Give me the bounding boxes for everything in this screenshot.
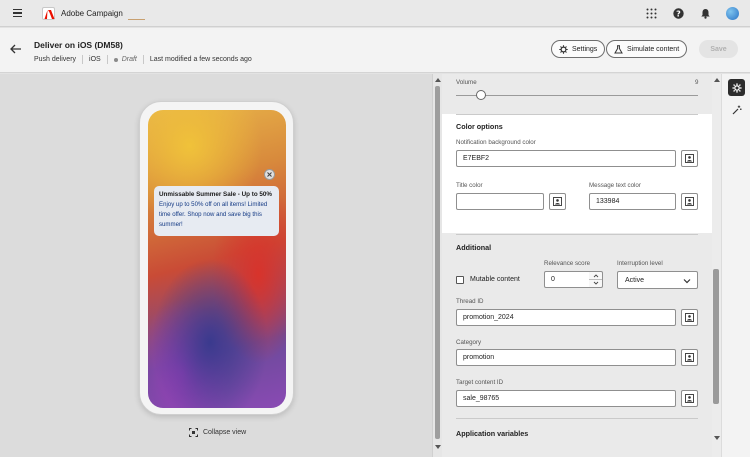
volume-value: 9 <box>695 79 699 86</box>
meta-divider <box>106 55 108 64</box>
thread-id-input[interactable]: promotion_2024 <box>456 309 676 326</box>
channel-label: Push delivery <box>34 56 77 63</box>
adobe-logo-icon <box>42 7 55 20</box>
meta-divider <box>82 55 84 64</box>
scroll-up-icon[interactable] <box>435 78 441 82</box>
menu-icon[interactable] <box>13 9 22 17</box>
stepper-up-icon[interactable] <box>589 272 602 280</box>
user-avatar[interactable] <box>726 7 739 20</box>
collapse-icon <box>189 428 198 437</box>
page-title: Deliver on iOS (DM58) <box>34 40 123 50</box>
gear-small-icon <box>559 44 568 54</box>
mutable-content-label: Mutable content <box>470 276 520 283</box>
preview-area: Collapse view <box>0 74 432 457</box>
meta-divider <box>142 55 144 64</box>
volume-slider-thumb[interactable] <box>476 90 486 100</box>
personalization-icon <box>685 154 694 163</box>
message-color-picker-button[interactable] <box>681 193 698 210</box>
volume-label: Volume <box>456 79 477 86</box>
stepper-down-icon[interactable] <box>589 280 602 288</box>
help-icon[interactable]: ? <box>673 8 684 19</box>
additional-title: Additional <box>456 243 492 252</box>
category-input[interactable]: promotion <box>456 349 676 366</box>
target-content-id-input[interactable]: sale_98765 <box>456 390 676 407</box>
status-dot <box>113 57 118 62</box>
scrollbar-thumb[interactable] <box>435 86 440 439</box>
save-button[interactable]: Save <box>699 40 738 58</box>
scroll-down-icon[interactable] <box>713 436 720 440</box>
relevance-score-stepper[interactable] <box>589 271 603 288</box>
app-name-underline <box>128 19 145 20</box>
apps-grid-icon[interactable] <box>646 8 657 19</box>
title-color-picker-button[interactable] <box>549 193 566 210</box>
thread-id-picker-button[interactable] <box>681 309 698 326</box>
simulate-content-button[interactable]: Simulate content <box>606 40 688 58</box>
notification-close-icon[interactable] <box>264 169 275 180</box>
settings-button[interactable]: Settings <box>551 40 606 58</box>
personalization-icon <box>685 353 694 362</box>
application-variables-title: Application variables <box>456 429 529 438</box>
magic-wand-icon <box>732 105 742 114</box>
message-color-label: Message text color <box>589 182 641 189</box>
thread-id-label: Thread ID <box>456 298 484 305</box>
color-options-title: Color options <box>456 122 503 131</box>
section-divider <box>456 418 698 419</box>
interruption-level-select[interactable]: Active <box>617 271 698 289</box>
scroll-up-icon[interactable] <box>713 78 720 82</box>
category-label: Category <box>456 339 482 346</box>
scroll-down-icon[interactable] <box>435 445 441 449</box>
notification-bg-color-input[interactable]: E7EBF2 <box>456 150 676 167</box>
platform-label: iOS <box>89 56 101 63</box>
push-notification-preview: Unmissable Summer Sale - Up to 50% ... E… <box>154 186 279 236</box>
relevance-score-input[interactable]: 0 <box>544 271 590 288</box>
last-modified-text: Last modified a few seconds ago <box>149 56 252 63</box>
interruption-level-value: Active <box>625 276 645 284</box>
message-color-input[interactable]: 133984 <box>589 193 676 210</box>
personalization-icon <box>685 313 694 322</box>
phone-wallpaper <box>148 110 286 408</box>
collapse-view-label: Collapse view <box>203 429 247 436</box>
mutable-content-checkbox[interactable] <box>456 276 464 284</box>
section-divider <box>456 234 698 235</box>
flask-icon <box>614 44 623 53</box>
gear-icon <box>731 82 742 93</box>
settings-button-label: Settings <box>572 45 598 53</box>
right-rail <box>721 74 750 457</box>
notification-bg-label: Notification background color <box>456 139 536 146</box>
notifications-bell-icon[interactable] <box>700 8 711 19</box>
category-picker-button[interactable] <box>681 349 698 366</box>
interruption-level-label: Interruption level <box>617 260 663 267</box>
title-color-label: Title color <box>456 182 483 189</box>
rail-settings-button[interactable] <box>728 79 745 96</box>
target-content-id-label: Target content ID <box>456 379 504 386</box>
chevron-down-icon <box>683 279 691 284</box>
section-divider <box>456 114 698 115</box>
page-header: Deliver on iOS (DM58) Push delivery iOS … <box>0 28 750 73</box>
phone-frame <box>139 101 294 415</box>
title-color-input[interactable] <box>456 193 544 210</box>
status-badge: Draft <box>121 56 137 63</box>
relevance-score-label: Relevance score <box>544 260 591 267</box>
settings-panel: Volume 9 Color options Notification back… <box>442 74 712 457</box>
app-name: Adobe Campaign <box>61 9 123 18</box>
personalization-icon <box>685 197 694 206</box>
rail-magic-button[interactable] <box>728 101 745 118</box>
top-bar: Adobe Campaign ? <box>0 0 750 27</box>
preview-scrollbar[interactable] <box>432 74 442 457</box>
personalization-icon <box>685 394 694 403</box>
back-arrow-icon[interactable] <box>10 44 22 56</box>
target-content-id-picker-button[interactable] <box>681 390 698 407</box>
delivery-meta: Push delivery iOS Draft Last modified a … <box>34 55 252 64</box>
notification-title: Unmissable Summer Sale - Up to 50% ... <box>159 191 274 198</box>
simulate-content-label: Simulate content <box>627 45 680 53</box>
volume-slider-track[interactable] <box>456 95 698 96</box>
color-options-section: Color options Notification background co… <box>442 114 712 233</box>
personalization-icon <box>553 197 562 206</box>
panel-scrollbar[interactable] <box>712 74 721 457</box>
notification-bg-picker-button[interactable] <box>681 150 698 167</box>
notification-body: Enjoy up to 50% off on all items! Limite… <box>159 201 268 228</box>
svg-text:?: ? <box>676 9 681 18</box>
collapse-view-button[interactable]: Collapse view <box>189 428 246 437</box>
scrollbar-thumb[interactable] <box>713 269 719 404</box>
